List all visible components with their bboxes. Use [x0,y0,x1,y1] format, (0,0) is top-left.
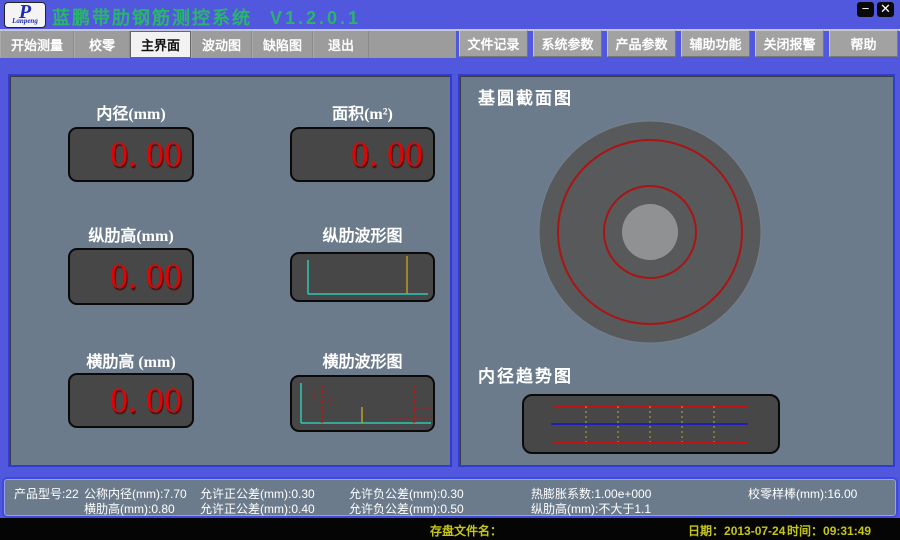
zero-calibration-button[interactable]: 校零 [74,31,130,58]
toolbar-right: 文件记录 系统参数 产品参数 辅助功能 关闭报警 帮助 [459,30,898,57]
status-bar: 产品型号:22 公称内径(mm):7.70 允许正公差(mm):0.30 允许负… [2,477,898,518]
date-label: 日期： [688,524,724,538]
longitudinal-rib-limit: 纵肋高(mm):不大于1.1 [531,500,651,517]
exit-button[interactable]: 退出 [313,31,369,58]
logo-name: Lanpeng [5,18,45,25]
close-button[interactable]: ✕ [877,2,894,17]
footer-bar: 存盘文件名： 日期：2013-07-24 时间：09:31:49 [0,518,900,540]
app-window: P Lanpeng 蓝鹏带肋钢筋测控系统 V1.2.0.1 − ✕ 开始测量 校零… [0,0,900,540]
save-filename-label: 存盘文件名： [430,522,502,539]
toolbar-left: 开始测量 校零 主界面 波动图 缺陷图 退出 [0,31,456,58]
auxiliary-function-button[interactable]: 辅助功能 [681,30,750,57]
close-icon: ✕ [880,1,891,16]
minimize-button[interactable]: − [857,2,874,17]
app-title-text: 蓝鹏带肋钢筋测控系统 [52,8,252,28]
date-value: 2013-07-24 [724,524,785,538]
neg-tolerance-2: 允许负公差(mm):0.50 [349,500,464,517]
transverse-waveform-chart [290,375,435,432]
transverse-rib-label: 横肋高 (mm) [68,348,194,372]
longitudinal-waveform-label: 纵肋波形图 [290,222,435,246]
date-field: 日期：2013-07-24 [688,522,785,539]
main-screen-button[interactable]: 主界面 [130,31,191,58]
title-bar: P Lanpeng 蓝鹏带肋钢筋测控系统 V1.2.0.1 − ✕ [0,0,900,29]
visualization-panel: 基圆截面图 内径趋势图 [458,74,895,467]
longitudinal-rib-label: 纵肋高(mm) [68,222,194,246]
lanpeng-logo-icon: P Lanpeng [4,2,46,28]
system-params-button[interactable]: 系统参数 [533,30,602,57]
time-field: 时间：09:31:49 [787,522,871,539]
pos-tolerance-2: 允许正公差(mm):0.40 [200,500,315,517]
defect-chart-button[interactable]: 缺陷图 [252,31,313,58]
time-label: 时间： [787,524,823,538]
app-title: 蓝鹏带肋钢筋测控系统 V1.2.0.1 [52,4,361,30]
inner-diameter-label: 内径(mm) [68,100,194,124]
measurement-panel: 内径(mm) 面积(m²) 0. 00 0. 00 纵肋高(mm) 纵肋波形图 … [8,74,452,467]
zero-rod: 校零样棒(mm):16.00 [748,485,857,502]
area-display: 0. 00 [290,127,435,182]
close-alarm-button[interactable]: 关闭报警 [755,30,824,57]
product-params-button[interactable]: 产品参数 [607,30,676,57]
fluctuation-chart-button[interactable]: 波动图 [191,31,252,58]
help-button[interactable]: 帮助 [829,30,898,57]
time-value: 09:31:49 [823,524,871,538]
minimize-icon: − [862,1,870,16]
longitudinal-waveform-chart [290,252,435,302]
transverse-waveform-label: 横肋波形图 [290,348,435,372]
longitudinal-rib-display: 0. 00 [68,248,194,305]
product-model: 产品型号:22 [14,485,79,502]
transverse-rib-display: 0. 00 [68,373,194,428]
trend-chart-title: 内径趋势图 [478,362,573,387]
inner-diameter-display: 0. 00 [68,127,194,182]
area-label: 面积(m²) [290,100,435,124]
start-measure-button[interactable]: 开始测量 [0,31,74,58]
transverse-rib-height: 横肋高(mm):0.80 [84,500,175,517]
inner-diameter-trend-chart [522,394,780,454]
app-version: V1.2.0.1 [270,8,361,28]
base-circle-title: 基圆截面图 [478,84,573,109]
file-record-button[interactable]: 文件记录 [459,30,528,57]
